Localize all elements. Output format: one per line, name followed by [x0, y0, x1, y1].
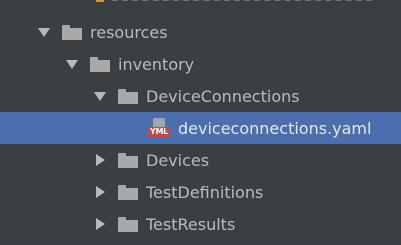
- yaml-file-icon: YML: [148, 118, 170, 138]
- folder-icon: [118, 152, 138, 168]
- tree-item-label: deviceconnections.yaml: [178, 118, 372, 138]
- tree-item-testresults[interactable]: TestResults: [0, 208, 401, 240]
- expand-arrow-down-icon[interactable]: [92, 88, 108, 104]
- tree-item-deviceconnections[interactable]: DeviceConnections: [0, 80, 401, 112]
- folder-icon: [118, 88, 138, 104]
- tree-item-label: Devices: [146, 150, 210, 170]
- folder-icon: [118, 216, 138, 232]
- expand-arrow-right-icon[interactable]: [92, 216, 108, 232]
- expand-arrow-right-icon[interactable]: [92, 184, 108, 200]
- folder-icon: [62, 24, 82, 40]
- tree-item-label: TestDefinitions: [146, 182, 264, 202]
- expand-arrow-down-icon[interactable]: [64, 56, 80, 72]
- project-tree: resources inventory DeviceConnections YM…: [0, 0, 401, 245]
- tree-item-label: inventory: [118, 54, 195, 74]
- tree-item-testdefinitions[interactable]: TestDefinitions: [0, 176, 401, 208]
- tree-item-resources[interactable]: resources: [0, 16, 401, 48]
- folder-icon: [118, 184, 138, 200]
- tree-item-label: resources: [90, 22, 168, 42]
- tree-item-deviceconnections-yaml[interactable]: YML deviceconnections.yaml: [0, 112, 401, 144]
- tree-item-inventory[interactable]: inventory: [0, 48, 401, 80]
- expand-arrow-down-icon[interactable]: [36, 24, 52, 40]
- expand-arrow-right-icon[interactable]: [92, 152, 108, 168]
- tree-item-devices[interactable]: Devices: [0, 144, 401, 176]
- tree-item-label: TestResults: [146, 214, 236, 234]
- tree-item-label: DeviceConnections: [146, 86, 300, 106]
- folder-icon: [90, 56, 110, 72]
